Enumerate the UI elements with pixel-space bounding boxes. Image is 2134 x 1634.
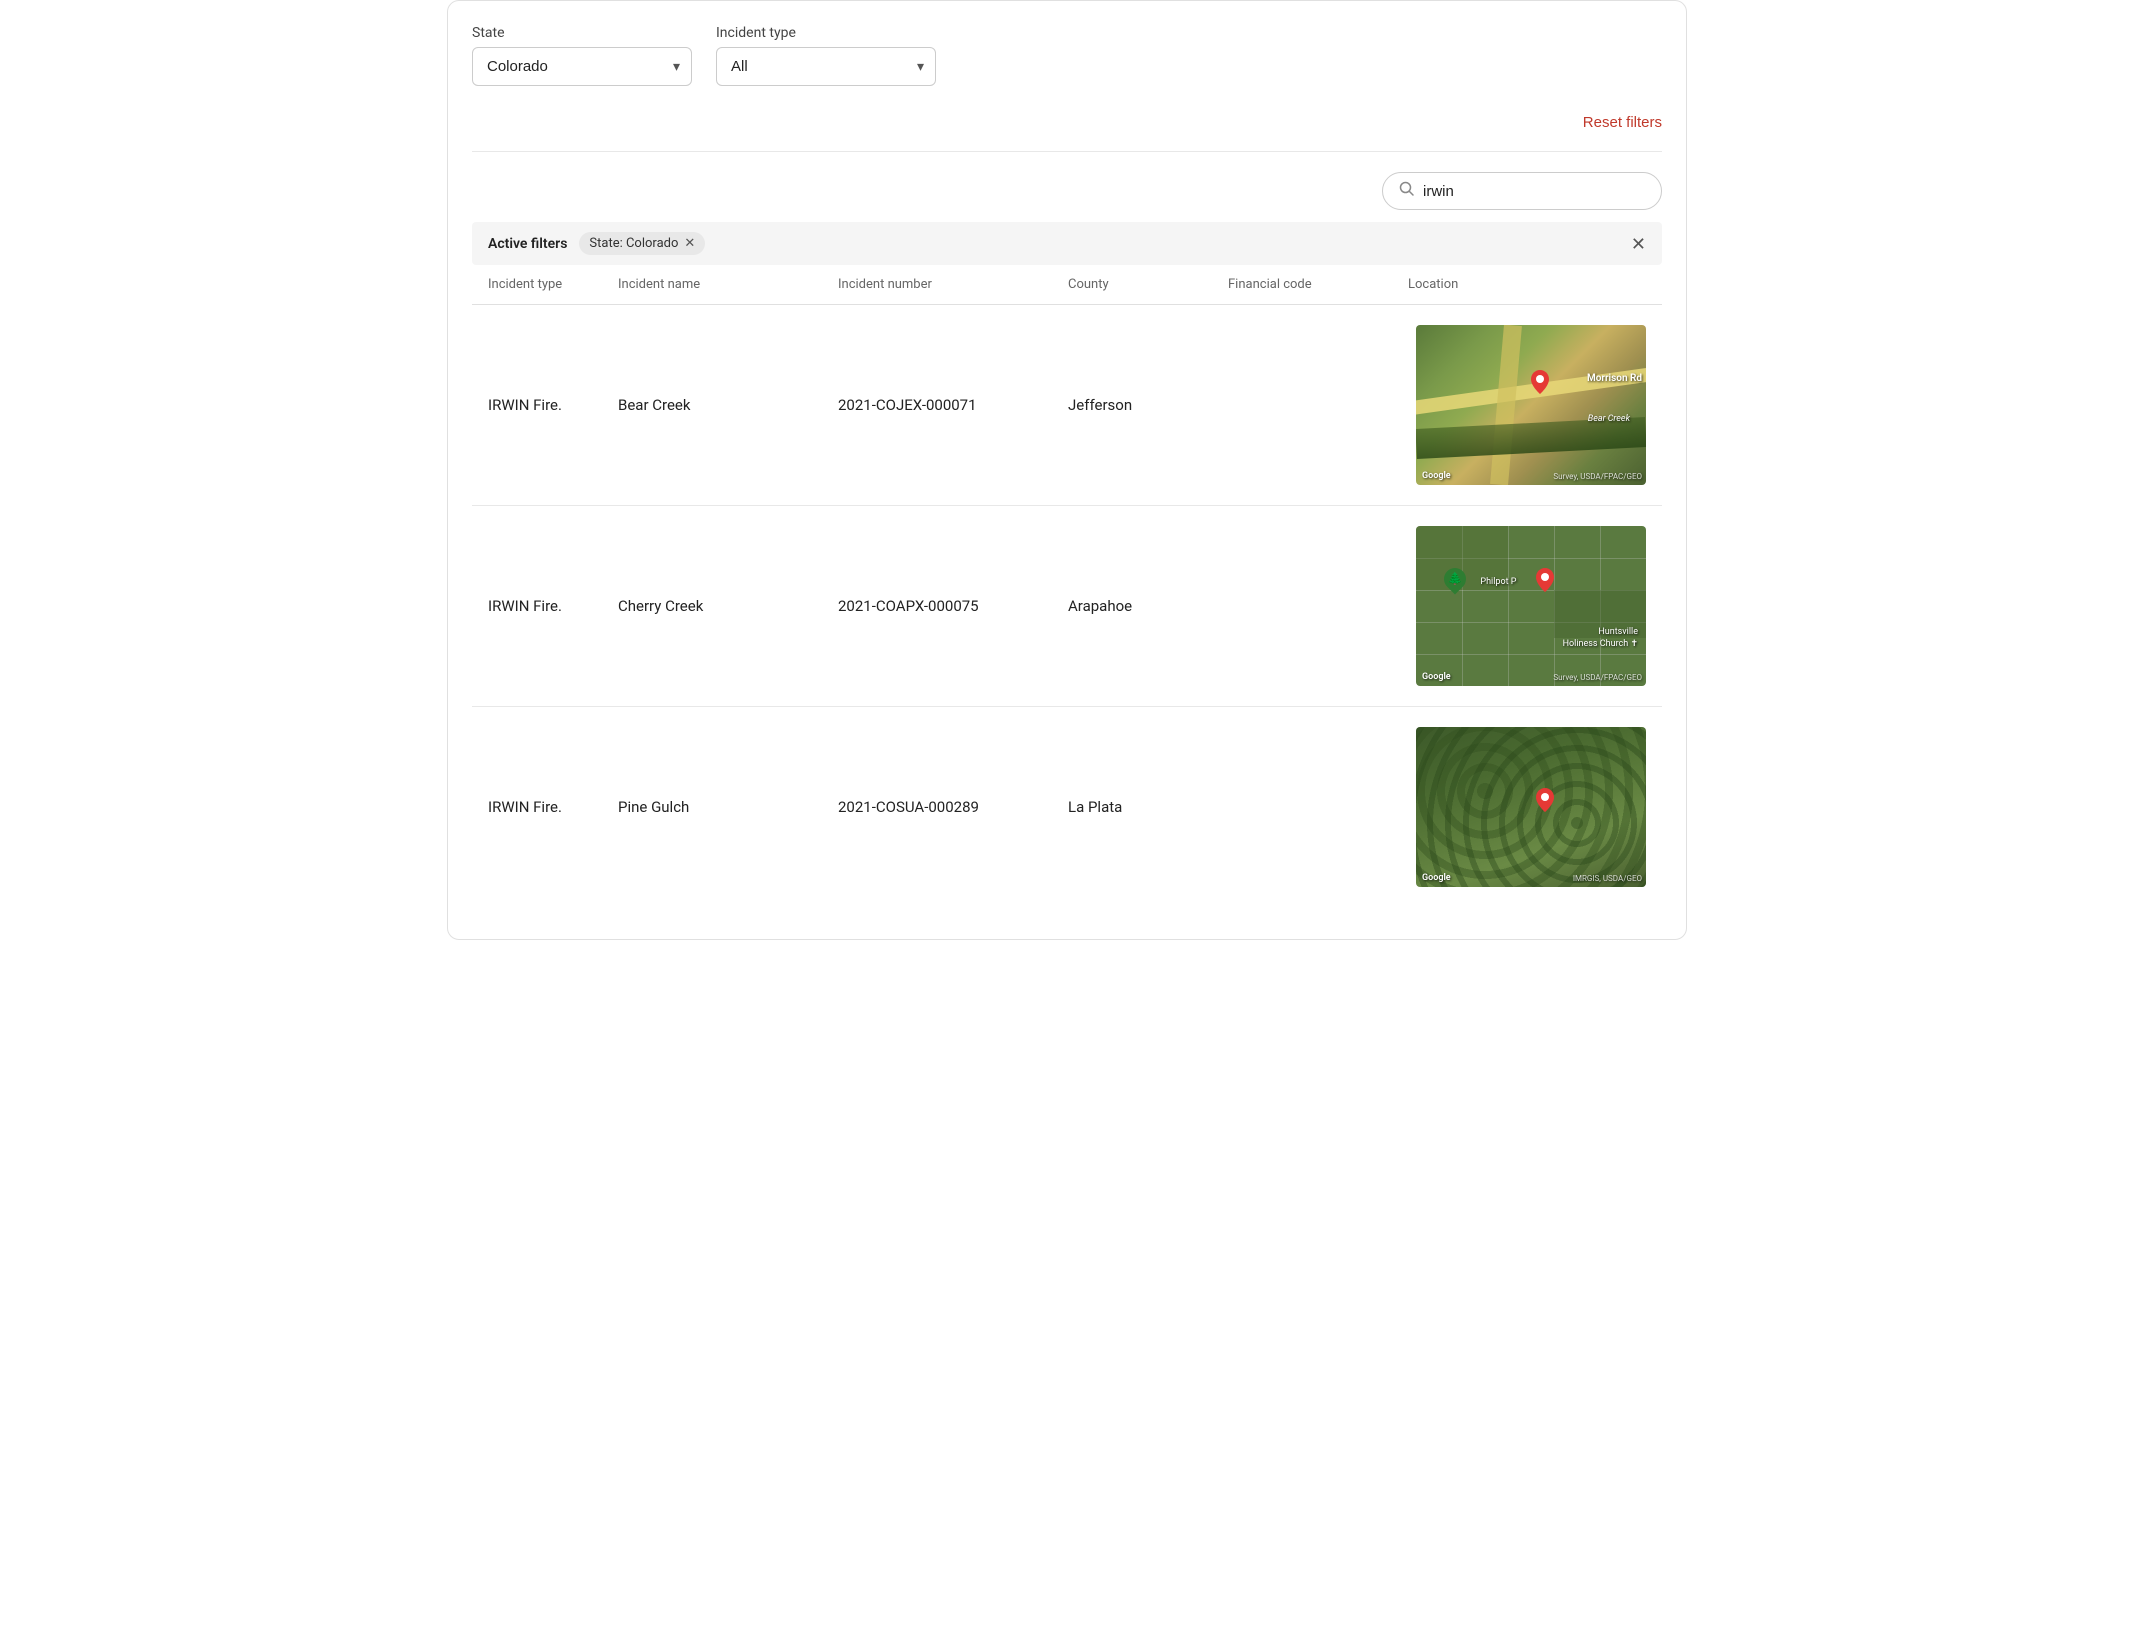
col-incident-number: Incident number bbox=[838, 277, 1068, 292]
col-location: Location bbox=[1408, 277, 1646, 292]
map-thumbnail-bear-creek[interactable]: Morrison Rd Bear Creek Google Survey, US… bbox=[1416, 325, 1646, 485]
state-select[interactable]: Colorado California Oregon Washington bbox=[472, 47, 692, 86]
active-filters-left: Active filters State: Colorado ✕ bbox=[488, 232, 705, 255]
map-thumbnail-cherry-creek[interactable]: 🌲 Philpot P HuntsvilleHoliness Church ✝ … bbox=[1416, 526, 1646, 686]
google-watermark: Google bbox=[1422, 672, 1451, 682]
cell-county: La Plata bbox=[1068, 798, 1228, 816]
col-county: County bbox=[1068, 277, 1228, 292]
survey-watermark: Survey, USDA/FPAC/GEO bbox=[1553, 673, 1642, 682]
map-pin-pine-gulch bbox=[1536, 788, 1554, 815]
filter-chip-state: State: Colorado ✕ bbox=[579, 232, 705, 255]
road-label: Morrison Rd bbox=[1587, 373, 1642, 384]
state-label: State bbox=[472, 25, 692, 41]
search-box bbox=[1382, 172, 1662, 210]
col-incident-type: Incident type bbox=[488, 277, 618, 292]
cell-incident-number: 2021-COAPX-000075 bbox=[838, 597, 1068, 615]
cell-incident-name: Pine Gulch bbox=[618, 798, 838, 816]
table-row: IRWIN Fire. Cherry Creek 2021-COAPX-0000… bbox=[472, 506, 1662, 707]
map-thumbnail-pine-gulch[interactable]: Google IMRGIS, USDA/GEO bbox=[1416, 727, 1646, 887]
survey-watermark: IMRGIS, USDA/GEO bbox=[1573, 874, 1642, 883]
reset-filters-button[interactable]: Reset filters bbox=[1583, 110, 1662, 135]
search-row bbox=[472, 152, 1662, 222]
cell-incident-number: 2021-COSUA-000289 bbox=[838, 798, 1068, 816]
philpot-label: Philpot P bbox=[1480, 577, 1516, 587]
col-incident-name: Incident name bbox=[618, 277, 838, 292]
green-pin: 🌲 bbox=[1444, 568, 1466, 590]
creek-label: Bear Creek bbox=[1588, 414, 1630, 424]
church-label: HuntsvilleHoliness Church ✝ bbox=[1563, 627, 1638, 650]
filter-row: State Colorado California Oregon Washing… bbox=[472, 25, 1662, 102]
state-select-wrapper: Colorado California Oregon Washington bbox=[472, 47, 692, 86]
cell-incident-type: IRWIN Fire. bbox=[488, 597, 618, 615]
cell-incident-name: Bear Creek bbox=[618, 396, 838, 414]
cell-incident-name: Cherry Creek bbox=[618, 597, 838, 615]
google-watermark: Google bbox=[1422, 471, 1451, 481]
table-header: Incident type Incident name Incident num… bbox=[472, 265, 1662, 305]
col-financial-code: Financial code bbox=[1228, 277, 1408, 292]
cell-county: Jefferson bbox=[1068, 396, 1228, 414]
table-row: IRWIN Fire. Pine Gulch 2021-COSUA-000289… bbox=[472, 707, 1662, 907]
close-filters-button[interactable]: ✕ bbox=[1631, 235, 1646, 253]
page-container: State Colorado California Oregon Washing… bbox=[447, 0, 1687, 940]
chip-close-button[interactable]: ✕ bbox=[684, 237, 695, 250]
cell-incident-number: 2021-COJEX-000071 bbox=[838, 396, 1068, 414]
table-row: IRWIN Fire. Bear Creek 2021-COJEX-000071… bbox=[472, 305, 1662, 506]
cell-county: Arapahoe bbox=[1068, 597, 1228, 615]
reset-row: Reset filters bbox=[472, 102, 1662, 152]
incident-type-select-wrapper: All Fire Flood Earthquake bbox=[716, 47, 936, 86]
table-wrapper: Incident type Incident name Incident num… bbox=[472, 265, 1662, 907]
filter-chip-text: State: Colorado bbox=[589, 236, 678, 251]
search-input[interactable] bbox=[1423, 183, 1645, 200]
cell-location: Morrison Rd Bear Creek Google Survey, US… bbox=[1408, 325, 1646, 485]
map-pin-cherry-creek bbox=[1536, 568, 1554, 595]
cell-location: 🌲 Philpot P HuntsvilleHoliness Church ✝ … bbox=[1408, 526, 1646, 686]
active-filters-bar: Active filters State: Colorado ✕ ✕ bbox=[472, 222, 1662, 265]
active-filters-label: Active filters bbox=[488, 236, 567, 252]
search-icon bbox=[1399, 181, 1415, 201]
google-watermark: Google bbox=[1422, 873, 1451, 883]
map-pin-bear-creek bbox=[1531, 370, 1549, 397]
state-filter-group: State Colorado California Oregon Washing… bbox=[472, 25, 692, 86]
survey-watermark: Survey, USDA/FPAC/GEO bbox=[1553, 472, 1642, 481]
cell-location: Google IMRGIS, USDA/GEO bbox=[1408, 727, 1646, 887]
cell-incident-type: IRWIN Fire. bbox=[488, 798, 618, 816]
incident-type-filter-group: Incident type All Fire Flood Earthquake bbox=[716, 25, 936, 86]
incident-type-select[interactable]: All Fire Flood Earthquake bbox=[716, 47, 936, 86]
cell-incident-type: IRWIN Fire. bbox=[488, 396, 618, 414]
incident-type-label: Incident type bbox=[716, 25, 936, 41]
